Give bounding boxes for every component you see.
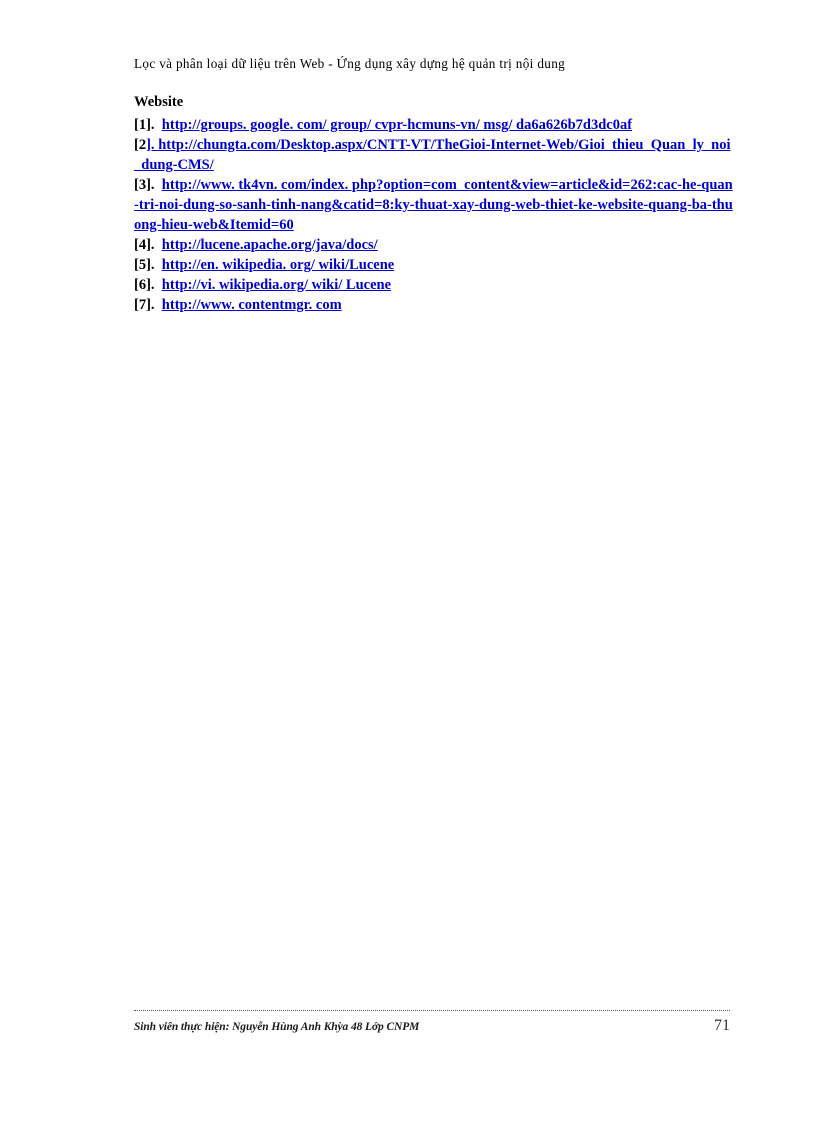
reference-link[interactable]: http://vi. wikipedia.org/ wiki/ Lucene bbox=[162, 277, 391, 293]
reference-item-4: [4]. http://lucene.apache.org/java/docs/ bbox=[134, 235, 734, 255]
reference-marker: [5]. bbox=[134, 256, 155, 273]
footer-divider bbox=[134, 1010, 730, 1011]
reference-item-1: [1]. http://groups. google. com/ group/ … bbox=[134, 115, 734, 135]
footer-row: Sinh viên thực hiện: Nguyễn Hùng Anh Khỳ… bbox=[134, 1017, 730, 1035]
running-header: Lọc và phân loại dữ liệu trên Web - Ứng … bbox=[134, 56, 566, 71]
reference-item-7: [7]. http://www. contentmgr. com bbox=[134, 295, 734, 315]
reference-item-2: [2]. http://chungta.com/Desktop.aspx/CNT… bbox=[134, 135, 734, 175]
reference-marker: [7]. bbox=[134, 296, 155, 313]
reference-item-5: [5]. http://en. wikipedia. org/ wiki/Luc… bbox=[134, 255, 734, 275]
page-footer: Sinh viên thực hiện: Nguyễn Hùng Anh Khỳ… bbox=[134, 1010, 730, 1035]
reference-marker: [4]. bbox=[134, 236, 155, 253]
section-heading-website: Website bbox=[134, 94, 184, 110]
page-content: Website [1]. http://groups. google. com/… bbox=[134, 92, 734, 315]
reference-marker: [1]. bbox=[134, 116, 155, 133]
reference-marker: [3]. bbox=[134, 176, 155, 193]
reference-item-3: [3]. http://www. tk4vn. com/index. php?o… bbox=[134, 175, 734, 235]
footer-credit: Sinh viên thực hiện: Nguyễn Hùng Anh Khỳ… bbox=[134, 1021, 420, 1033]
reference-marker-link[interactable]: ]. bbox=[146, 137, 158, 153]
reference-link[interactable]: http://www. tk4vn. com/index. php?option… bbox=[134, 177, 733, 233]
reference-link[interactable]: http://lucene.apache.org/java/docs/ bbox=[162, 237, 378, 253]
reference-link[interactable]: http://www. contentmgr. com bbox=[162, 297, 342, 313]
reference-link[interactable]: http://chungta.com/Desktop.aspx/CNTT-VT/… bbox=[134, 137, 730, 173]
document-page: Lọc và phân loại dữ liệu trên Web - Ứng … bbox=[0, 0, 816, 1123]
reference-marker: [6]. bbox=[134, 276, 155, 293]
page-number: 71 bbox=[714, 1017, 730, 1034]
reference-list: [1]. http://groups. google. com/ group/ … bbox=[134, 115, 734, 315]
reference-marker: [2 bbox=[134, 136, 147, 153]
reference-item-6: [6]. http://vi. wikipedia.org/ wiki/ Luc… bbox=[134, 275, 734, 295]
reference-link[interactable]: http://groups. google. com/ group/ cvpr-… bbox=[162, 117, 632, 133]
reference-link[interactable]: http://en. wikipedia. org/ wiki/Lucene bbox=[162, 257, 394, 273]
